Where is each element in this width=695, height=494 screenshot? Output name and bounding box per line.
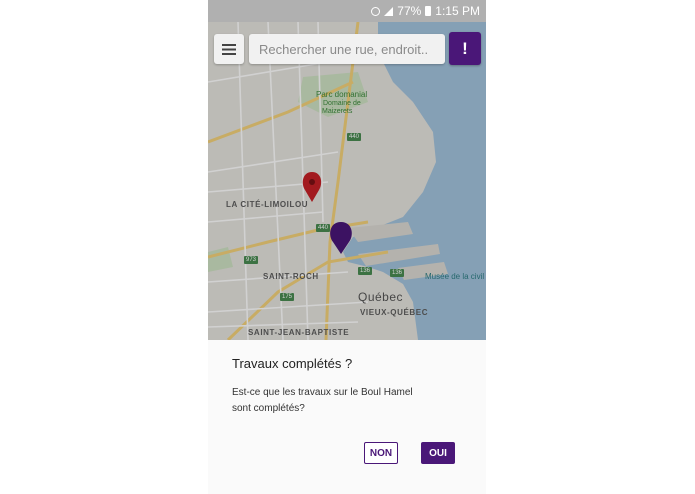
phone-screen: Parc domanial Domaine de Maizerets LA CI… — [208, 0, 486, 494]
yes-button[interactable]: OUI — [421, 442, 455, 464]
exclamation-icon: ! — [462, 38, 468, 58]
road-shield: 440 — [316, 224, 331, 232]
map-label-vieux-quebec: VIEUX-QUÉBEC — [360, 308, 429, 317]
red-location-pin[interactable] — [302, 172, 322, 202]
search-placeholder: Rechercher une rue, endroit.. — [259, 41, 429, 57]
confirmation-dialog: Travaux complétés ? Est-ce que les trava… — [208, 340, 486, 494]
status-time: 1:15 PM — [435, 4, 480, 18]
map-label-saint-jean-baptiste: SAINT-JEAN-BAPTISTE — [248, 328, 350, 337]
alarm-icon — [371, 6, 381, 16]
status-bar: 77% 1:15 PM — [208, 0, 486, 22]
signal-icon — [384, 6, 394, 16]
no-button[interactable]: NON — [364, 442, 398, 464]
battery-percent: 77% — [397, 4, 422, 18]
map-label-saint-roch: SAINT-ROCH — [263, 272, 319, 281]
search-input[interactable]: Rechercher une rue, endroit.. — [249, 34, 445, 64]
map-label-musee: Musée de la civil — [425, 272, 485, 281]
map-label-maizerets: Maizerets — [322, 108, 353, 115]
road-shield: 175 — [280, 293, 295, 301]
map-label-parc: Parc domanial — [316, 90, 368, 99]
battery-icon — [425, 6, 432, 16]
map-background — [208, 22, 486, 340]
map-view[interactable]: Parc domanial Domaine de Maizerets LA CI… — [208, 22, 486, 340]
report-alert-button[interactable]: ! — [449, 32, 481, 65]
map-label-quebec: Québec — [358, 290, 404, 304]
dialog-message: Est-ce que les travaux sur le Boul Hamel… — [232, 387, 413, 414]
menu-button[interactable] — [214, 34, 244, 64]
road-shield: 440 — [347, 133, 362, 141]
road-shield: 136 — [390, 269, 405, 277]
road-shield: 136 — [358, 267, 373, 275]
map-label-domaine: Domaine de — [323, 100, 361, 107]
dialog-title: Travaux complétés ? — [232, 356, 353, 371]
hamburger-icon — [222, 43, 236, 55]
map-label-cite-limoilou: LA CITÉ-LIMOILOU — [226, 200, 309, 209]
road-shield: 973 — [244, 256, 259, 264]
